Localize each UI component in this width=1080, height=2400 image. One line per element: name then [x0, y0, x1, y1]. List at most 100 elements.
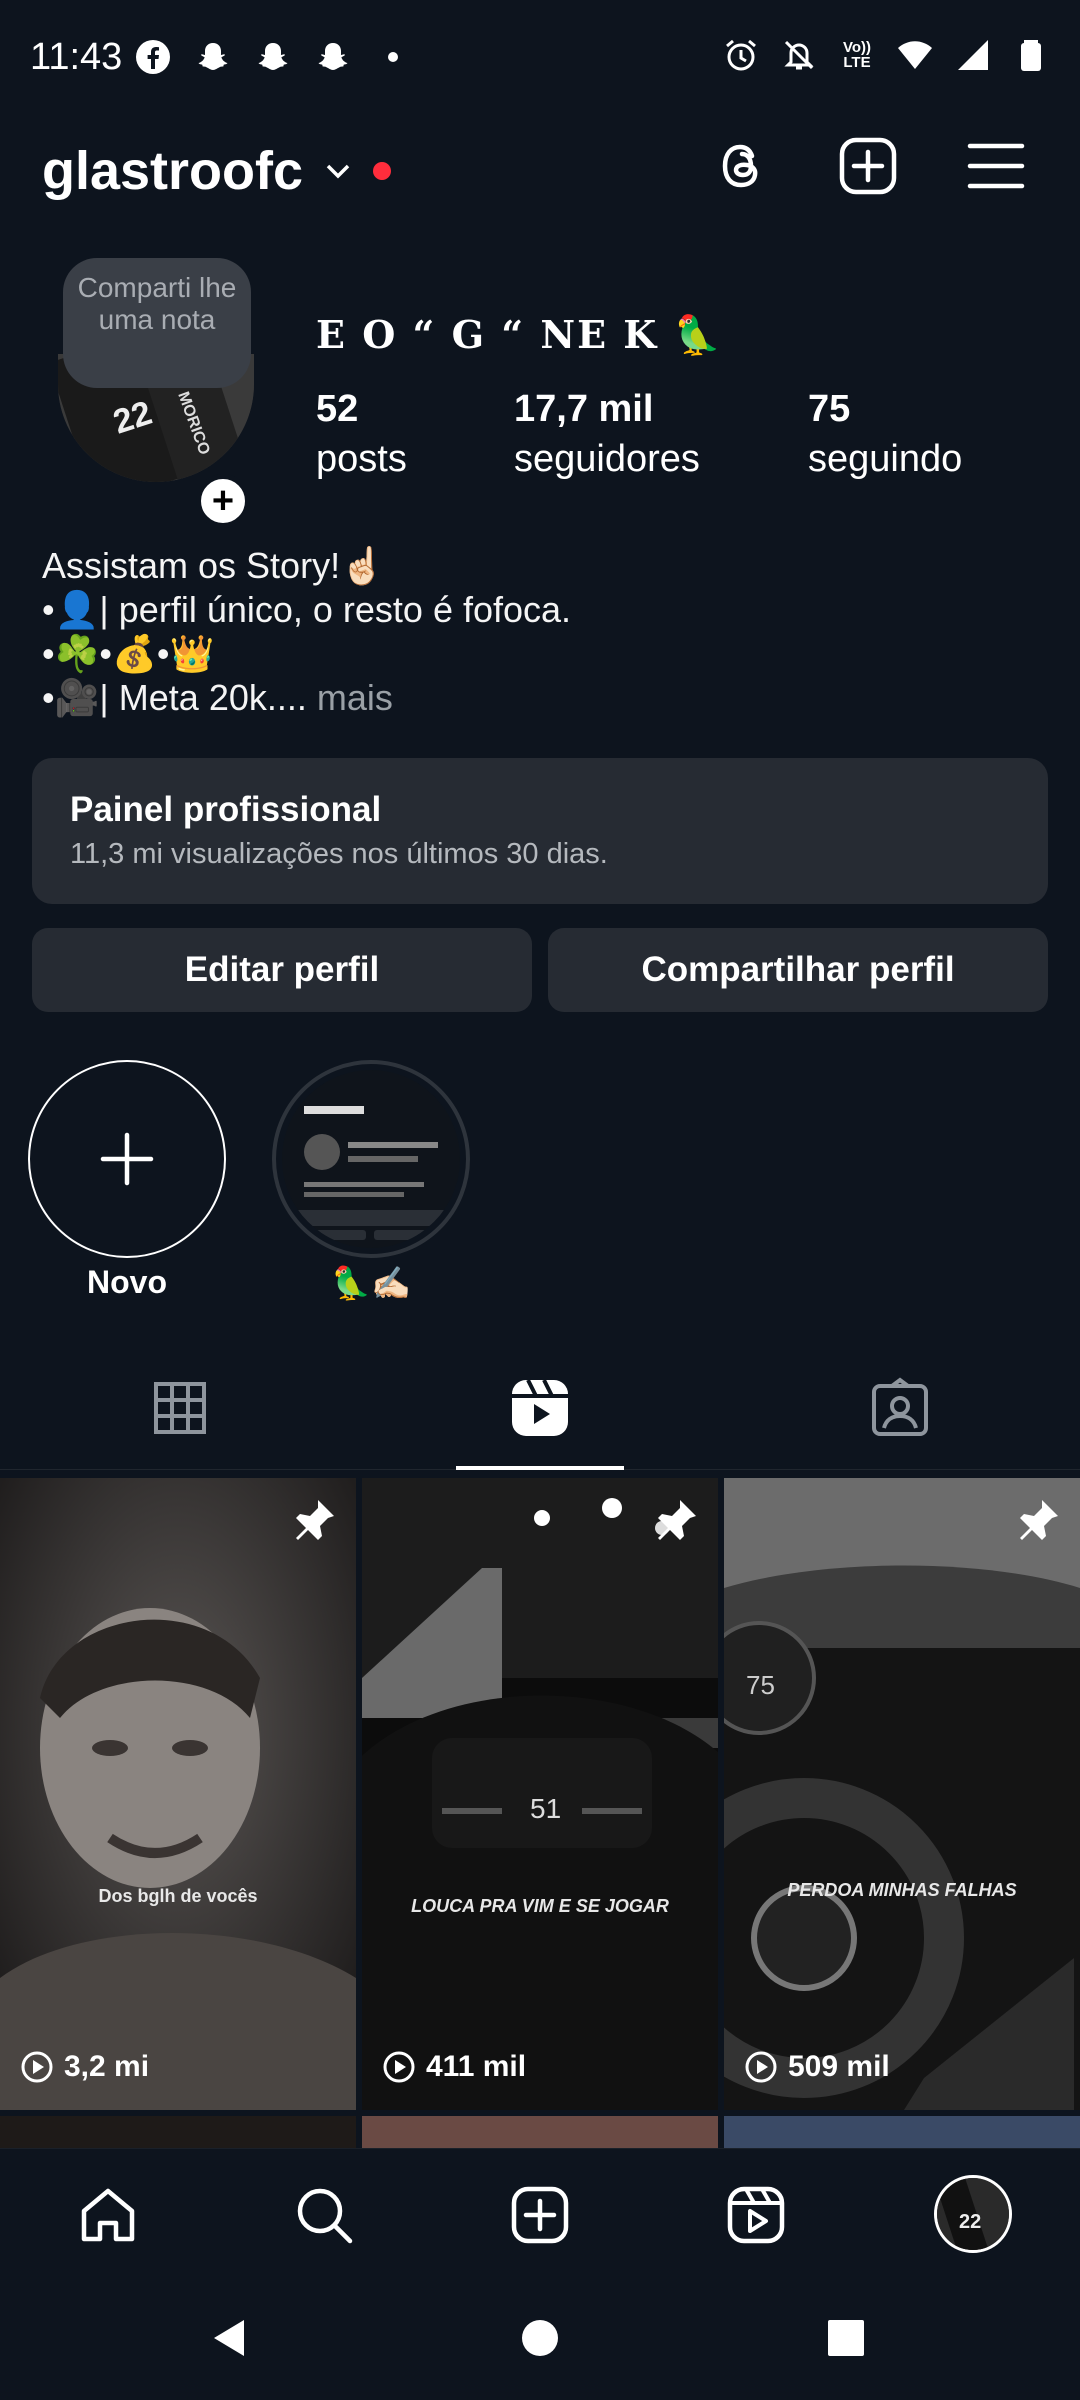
nav-reels[interactable] — [724, 2183, 788, 2247]
home-icon — [81, 2188, 135, 2242]
pin-icon — [296, 1500, 334, 1540]
reels-icon — [512, 1379, 568, 1436]
professional-dashboard[interactable]: Painel profissional 11,3 mi visualizaçõe… — [32, 758, 1048, 904]
nav-home[interactable] — [76, 2183, 140, 2247]
bio: Assistam os Story!☝🏻 •👤| perfil único, o… — [42, 544, 571, 720]
reel-thumbnail-partial[interactable] — [724, 2116, 1080, 2148]
nav-search[interactable] — [292, 2183, 356, 2247]
reels-icon — [727, 2186, 785, 2244]
highlight-cover — [272, 1060, 470, 1258]
highlight-item[interactable]: 🦜✍🏻 — [272, 1060, 470, 1302]
display-name: E O “ G “ NE K 🦜 — [316, 312, 723, 357]
reel-caption: Dos bglh de vocês — [98, 1886, 258, 1906]
play-views-icon — [745, 2051, 777, 2083]
profile-tabs — [0, 1370, 1080, 1470]
pin-icon — [658, 1500, 696, 1540]
active-tab-indicator — [456, 1466, 624, 1470]
silent-icon — [780, 36, 818, 74]
clock: 11:43 — [30, 36, 123, 78]
stat-posts[interactable]: 52 posts — [316, 384, 407, 484]
view-count: 411 mil — [382, 2050, 526, 2084]
threads-icon — [722, 144, 758, 188]
reel-thumbnail[interactable]: 51 LOUCA PRA VIM E SE JOGAR 411 mil — [362, 1478, 718, 2110]
nav-create[interactable] — [508, 2183, 572, 2247]
battery-icon — [1012, 36, 1050, 74]
hamburger-icon — [967, 143, 1025, 189]
share-profile-button[interactable]: Compartilhar perfil — [548, 928, 1048, 1012]
create-button[interactable] — [836, 134, 900, 198]
reel-thumbnail-partial[interactable] — [362, 2116, 718, 2148]
svg-text:22: 22 — [959, 2211, 981, 2233]
stat-following[interactable]: 75 seguindo — [808, 384, 962, 484]
reels-grid: Dos bglh de vocês 3,2 mi 51 LOUCA PRA VI… — [0, 1478, 1080, 2148]
bio-line: •🎥| Meta 20k.... mais — [42, 677, 393, 718]
panel-title: Painel profissional — [70, 790, 382, 829]
recents-icon[interactable] — [822, 2314, 870, 2362]
view-count: 509 mil — [744, 2050, 890, 2084]
system-navigation — [0, 2278, 1080, 2400]
reel-image — [0, 1478, 356, 2110]
notification-dot — [373, 162, 392, 180]
play-views-icon — [383, 2051, 415, 2083]
plus-icon: + — [211, 480, 235, 522]
reel-thumbnail[interactable]: 75 PERDOA MINHAS FALHAS 509 mil — [724, 1478, 1080, 2110]
plus-square-icon — [839, 137, 897, 195]
panel-subtitle: 11,3 mi visualizações nos últimos 30 dia… — [70, 838, 608, 870]
stat-label: seguindo — [808, 438, 963, 480]
bio-line: •👤| perfil único, o resto é fofoca. — [42, 589, 572, 630]
nav-profile-avatar[interactable]: 22 — [934, 2175, 1012, 2253]
reel-image: 75 — [724, 1478, 1080, 2110]
tab-tagged[interactable] — [868, 1376, 932, 1440]
stat-label: seguidores — [514, 438, 700, 480]
username: glastroofc — [42, 141, 304, 201]
reel-caption: LOUCA PRA VIM E SE JOGAR — [411, 1896, 669, 1916]
bio-line: Assistam os Story!☝🏻 — [42, 545, 385, 586]
svg-text:51: 51 — [530, 1793, 561, 1824]
more-dot-icon — [388, 52, 398, 62]
profile-header: glastroofc — [0, 137, 1080, 210]
view-count: 3,2 mi — [20, 2050, 149, 2084]
grid-icon — [154, 1382, 206, 1434]
edit-profile-button[interactable]: Editar perfil — [32, 928, 532, 1012]
add-story-button[interactable]: + — [196, 474, 250, 528]
chevron-down-icon — [326, 164, 350, 179]
bio-more-link[interactable]: mais — [307, 677, 393, 718]
stat-number: 52 — [316, 388, 359, 430]
highlight-label: Novo — [87, 1264, 167, 1300]
snapchat-icon — [314, 38, 352, 76]
status-bar: 11:43 Vo)) LTE — [0, 0, 1080, 116]
home-circle-icon[interactable] — [516, 2314, 564, 2362]
new-highlight[interactable]: Novo — [28, 1060, 226, 1301]
plus-icon — [100, 1132, 154, 1186]
signal-icon — [954, 36, 992, 74]
pin-icon — [1020, 1500, 1058, 1540]
play-views-icon — [21, 2051, 53, 2083]
snapchat-icon — [254, 38, 292, 76]
avatar-image: 22 — [937, 2178, 1009, 2250]
alarm-icon — [722, 36, 760, 74]
svg-text:75: 75 — [746, 1670, 775, 1700]
reel-thumbnail-partial[interactable] — [0, 2116, 356, 2148]
reel-thumbnail[interactable]: Dos bglh de vocês 3,2 mi — [0, 1478, 356, 2110]
tab-grid[interactable] — [148, 1376, 212, 1440]
highlight-label: 🦜✍🏻 — [331, 1265, 411, 1301]
reel-caption: PERDOA MINHAS FALHAS — [787, 1880, 1017, 1900]
account-switcher[interactable]: glastroofc — [42, 140, 392, 202]
stat-number: 75 — [808, 388, 851, 430]
snapchat-icon — [194, 38, 232, 76]
note-bubble[interactable]: Comparti lhe uma nota — [63, 258, 251, 388]
tagged-icon — [872, 1377, 928, 1436]
bottom-navigation: 22 — [0, 2148, 1080, 2278]
search-icon — [297, 2188, 353, 2244]
volte-icon: Vo)) LTE — [842, 39, 872, 71]
facebook-icon — [134, 38, 172, 76]
menu-button[interactable] — [964, 134, 1028, 198]
threads-button[interactable] — [710, 134, 774, 198]
stat-followers[interactable]: 17,7 mil seguidores — [514, 384, 700, 484]
tab-reels[interactable] — [508, 1376, 572, 1440]
create-icon — [511, 2186, 569, 2244]
stat-label: posts — [316, 438, 407, 480]
wifi-icon — [896, 36, 934, 74]
new-highlight-circle — [28, 1060, 226, 1258]
back-icon[interactable] — [206, 2314, 254, 2362]
